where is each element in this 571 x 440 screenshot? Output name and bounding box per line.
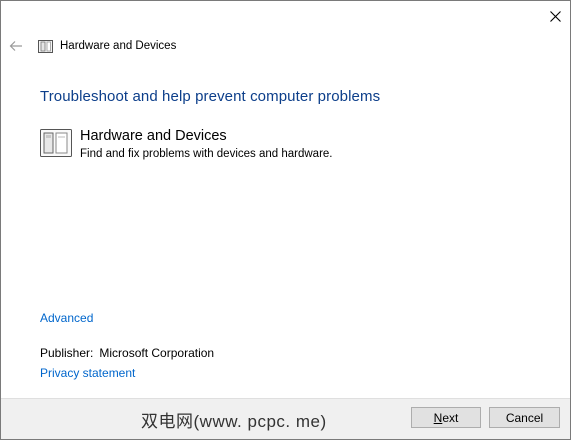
cancel-button[interactable]: Cancel	[489, 407, 560, 428]
publisher-label: Publisher:	[40, 346, 94, 360]
hardware-device-icon	[40, 129, 72, 157]
window-title: Hardware and Devices	[60, 40, 177, 52]
privacy-statement-link[interactable]: Privacy statement	[40, 366, 135, 380]
close-button[interactable]	[540, 1, 570, 31]
troubleshooter-window: Hardware and Devices Troubleshoot and he…	[0, 0, 571, 440]
publisher-info: Publisher: Microsoft Corporation	[40, 346, 214, 360]
close-icon	[549, 10, 561, 22]
title-bar: Hardware and Devices	[1, 31, 570, 61]
next-button-label: ext	[442, 410, 459, 425]
watermark-text: 双电网(www. pcpc. me)	[141, 412, 327, 431]
next-button-mnemonic: N	[433, 410, 443, 425]
advanced-link[interactable]: Advanced	[40, 311, 93, 325]
publisher-value: Microsoft Corporation	[99, 346, 215, 360]
back-arrow-icon	[9, 41, 22, 51]
next-button[interactable]: Next	[411, 407, 481, 428]
page-heading: Troubleshoot and help prevent computer p…	[40, 88, 381, 105]
hardware-device-icon	[38, 40, 53, 53]
troubleshooter-title: Hardware and Devices	[80, 128, 227, 144]
troubleshooter-description: Find and fix problems with devices and h…	[80, 148, 333, 160]
footer-bar: 双电网(www. pcpc. me) Next Cancel	[1, 398, 570, 439]
back-button[interactable]	[7, 38, 25, 54]
troubleshooter-item: Hardware and Devices Find and fix proble…	[40, 128, 520, 164]
